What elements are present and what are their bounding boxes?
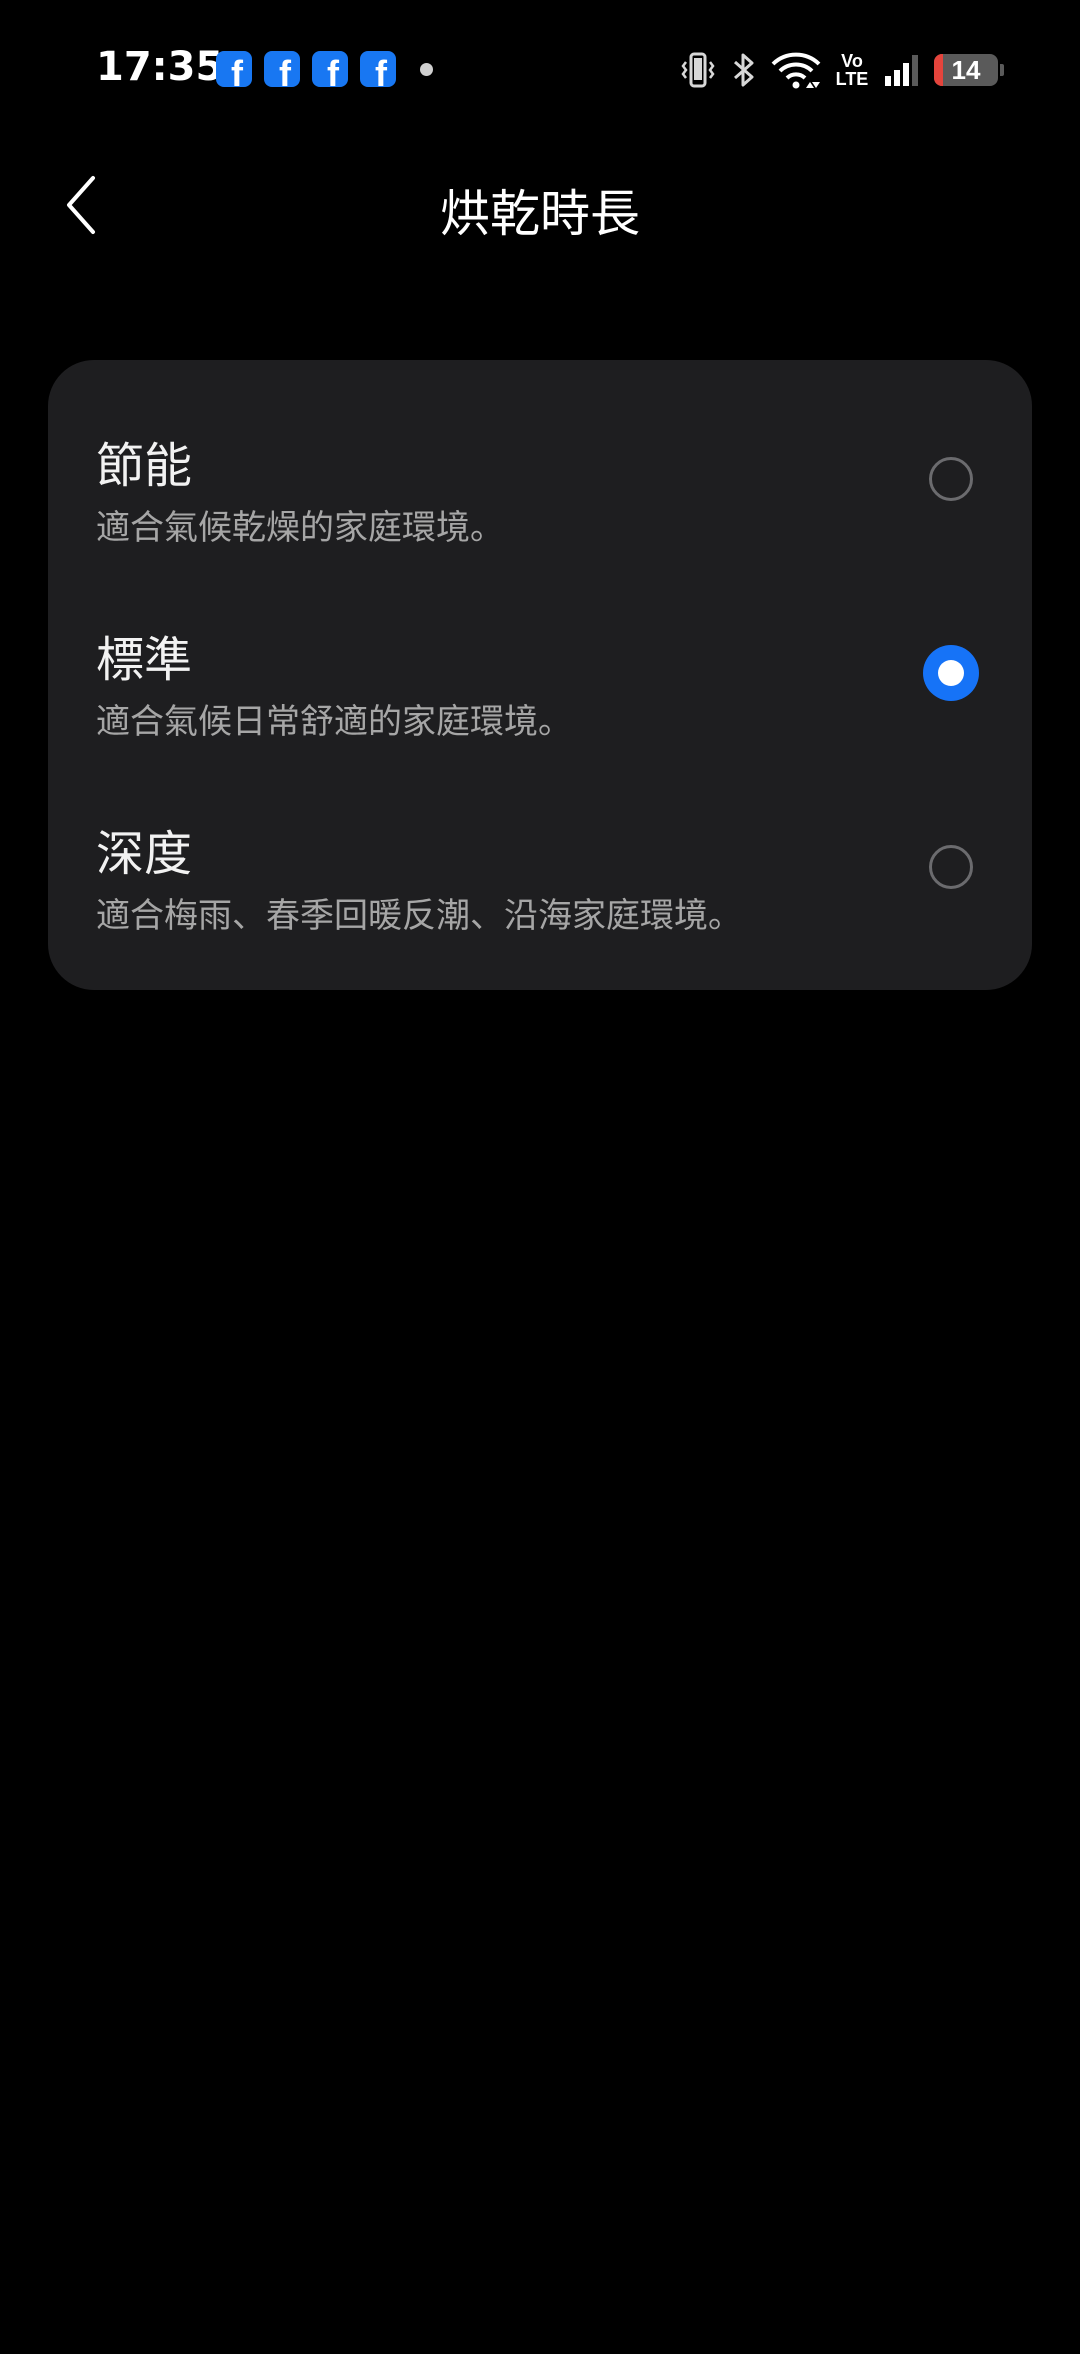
notification-icons: f f f f <box>216 51 433 87</box>
volte-bottom-label: LTE <box>835 69 869 89</box>
option-description: 適合氣候日常舒適的家庭環境。 <box>96 702 572 742</box>
option-title: 節能 <box>96 438 193 494</box>
status-bar: 17:35 f f f f Vo LTE 14 <box>0 0 1080 140</box>
system-status-icons: Vo LTE 14 <box>678 46 1004 94</box>
drying-duration-options: 節能 適合氣候乾燥的家庭環境。 標準 適合氣候日常舒適的家庭環境。 深度 適合梅… <box>48 360 1032 990</box>
option-title: 深度 <box>96 826 193 882</box>
status-time: 17:35 <box>96 44 224 90</box>
app-header: 烘乾時長 <box>0 140 1080 270</box>
volte-indicator: Vo LTE <box>834 52 870 88</box>
option-standard[interactable]: 標準 適合氣候日常舒適的家庭環境。 <box>48 576 1032 770</box>
facebook-icon: f <box>312 51 348 87</box>
page-title: 烘乾時長 <box>440 185 640 243</box>
option-description: 適合梅雨、春季回暖反潮、沿海家庭環境。 <box>96 896 742 936</box>
option-description: 適合氣候乾燥的家庭環境。 <box>96 508 504 548</box>
signal-icon <box>885 55 918 86</box>
battery-fill <box>934 54 943 86</box>
option-deep[interactable]: 深度 適合梅雨、春季回暖反潮、沿海家庭環境。 <box>48 770 1032 964</box>
battery-level: 14 <box>951 54 981 85</box>
option-energy-saving[interactable]: 節能 適合氣候乾燥的家庭環境。 <box>48 382 1032 576</box>
battery-icon: 14 <box>934 54 998 86</box>
facebook-icon: f <box>360 51 396 87</box>
radio-button[interactable] <box>929 457 973 501</box>
facebook-icon: f <box>216 51 252 87</box>
wifi-icon <box>771 52 821 89</box>
option-title: 標準 <box>96 632 193 688</box>
bluetooth-icon <box>734 53 754 87</box>
radio-button-selected[interactable] <box>923 645 979 701</box>
vibrate-icon <box>681 52 715 88</box>
battery-cap <box>1000 64 1004 76</box>
radio-button[interactable] <box>929 845 973 889</box>
facebook-icon: f <box>264 51 300 87</box>
more-notifications-dot-icon <box>420 62 433 76</box>
volte-top-label: Vo <box>841 51 863 71</box>
radio-dot <box>938 660 964 686</box>
